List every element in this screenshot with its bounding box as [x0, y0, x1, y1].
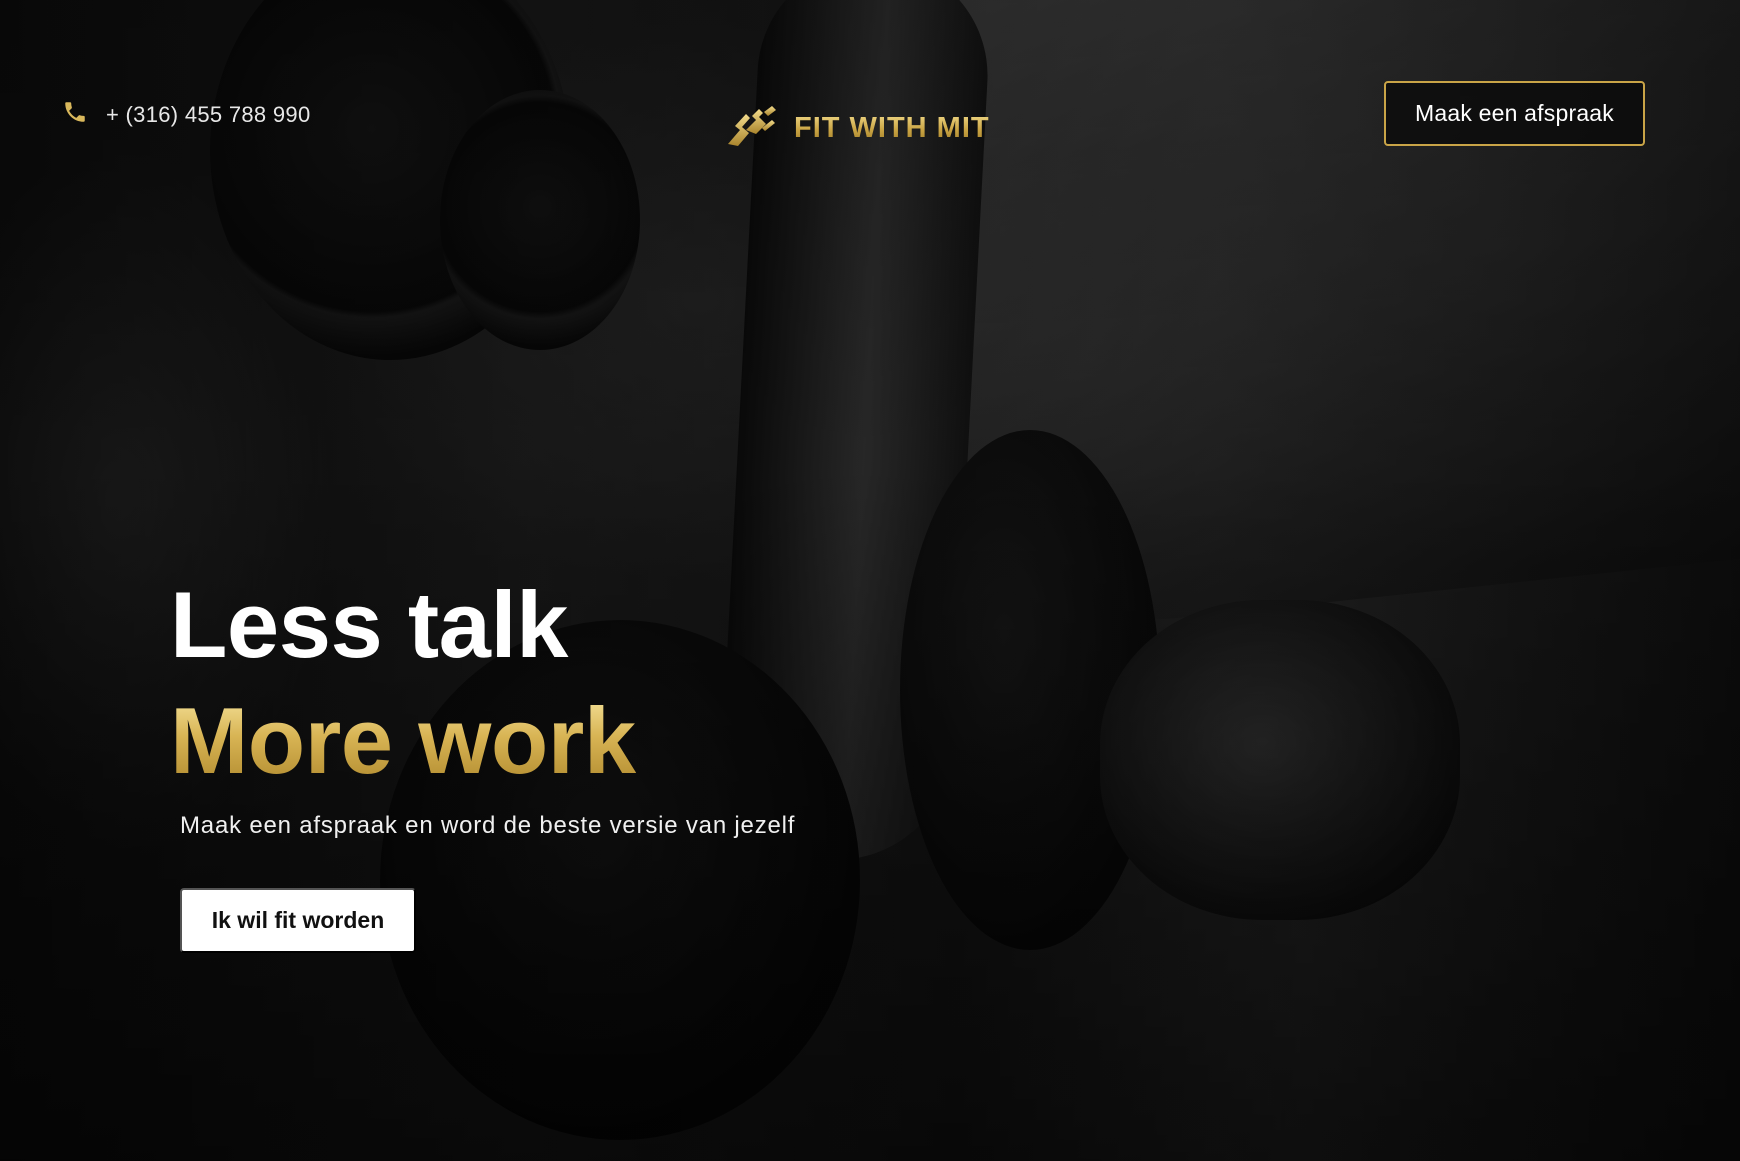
make-appointment-button[interactable]: Maak een afspraak — [1384, 81, 1645, 146]
hero-headline-line1: Less talk — [170, 572, 568, 677]
hero-headline-line2: More work — [170, 688, 636, 793]
get-fit-button[interactable]: Ik wil fit worden — [180, 888, 416, 953]
running-figure-logo-icon — [722, 104, 780, 153]
phone-number: + (316) 455 788 990 — [106, 102, 311, 127]
phone-link[interactable]: + (316) 455 788 990 — [62, 98, 310, 132]
brand-logo[interactable]: FIT WITH MIT — [722, 104, 990, 153]
hero-subtitle: Maak een afspraak en word de beste versi… — [180, 812, 796, 839]
phone-icon — [62, 98, 88, 132]
brand-name: FIT WITH MIT — [794, 112, 990, 144]
